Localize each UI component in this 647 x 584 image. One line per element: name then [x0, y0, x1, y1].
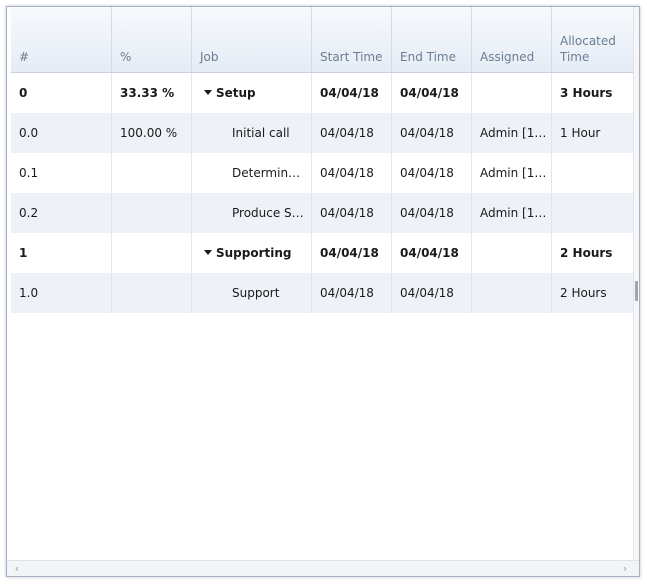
vertical-scroll-thumb[interactable] [635, 281, 638, 301]
row-end-time: 04/04/18 [392, 113, 472, 153]
row-assigned [472, 273, 552, 313]
row-start-time: 04/04/18 [312, 113, 392, 153]
vertical-scrollbar[interactable] [633, 7, 639, 560]
row-percent [112, 233, 192, 273]
grid-header: # % Job Start Time End Time Assigned All… [11, 7, 635, 73]
row-job-label: Supporting [216, 246, 292, 260]
row-start-time: 04/04/18 [312, 153, 392, 193]
row-job: Produce Sol... [192, 193, 312, 233]
row-job-label: Setup [216, 86, 256, 100]
table-row[interactable]: 1.0 Support 04/04/18 04/04/18 2 Hours [11, 273, 635, 313]
row-percent: 100.00 % [112, 113, 192, 153]
task-grid-window: # % Job Start Time End Time Assigned All… [6, 6, 640, 577]
collapse-triangle-icon[interactable] [204, 250, 212, 255]
row-percent: 33.33 % [112, 73, 192, 113]
row-end-time: 04/04/18 [392, 73, 472, 113]
task-grid: # % Job Start Time End Time Assigned All… [11, 7, 635, 313]
row-end-time: 04/04/18 [392, 273, 472, 313]
row-assigned: Admin [10... [472, 193, 552, 233]
column-header-start-time[interactable]: Start Time [312, 7, 392, 72]
row-assigned: Admin [10... [472, 153, 552, 193]
row-allocated-time: 1 Hour [560, 126, 601, 140]
scroll-left-arrow-icon[interactable]: ‹ [9, 561, 25, 576]
row-start-time: 04/04/18 [312, 233, 392, 273]
column-header-assigned[interactable]: Assigned [472, 7, 552, 72]
row-allocated-time: 2 Hours [560, 246, 613, 260]
column-header-end-time[interactable]: End Time [392, 7, 472, 72]
horizontal-scrollbar[interactable]: ‹ › [7, 560, 639, 576]
row-end-time: 04/04/18 [392, 153, 472, 193]
row-end-time: 04/04/18 [392, 233, 472, 273]
column-header-job[interactable]: Job [192, 7, 312, 72]
table-row[interactable]: 0.0 100.00 % Initial call 04/04/18 04/04… [11, 113, 635, 153]
row-percent [112, 153, 192, 193]
row-percent [112, 193, 192, 233]
row-assigned [472, 73, 552, 113]
collapse-triangle-icon[interactable] [204, 90, 212, 95]
row-number: 0.0 [11, 113, 112, 153]
row-job: Supporting [192, 233, 312, 273]
column-header-allocated-time[interactable]: Allocated Time [552, 7, 635, 72]
row-job: Support [192, 273, 312, 313]
row-start-time: 04/04/18 [312, 73, 392, 113]
row-number: 0 [11, 73, 112, 113]
row-allocated-time: 3 Hours [560, 86, 613, 100]
row-number: 1.0 [11, 273, 112, 313]
row-start-time: 04/04/18 [312, 273, 392, 313]
column-header-number[interactable]: # [11, 7, 112, 72]
row-job: Setup [192, 73, 312, 113]
table-row[interactable]: 0.1 Determine ... 04/04/18 04/04/18 Admi… [11, 153, 635, 193]
row-percent [112, 273, 192, 313]
row-start-time: 04/04/18 [312, 193, 392, 233]
row-number: 0.1 [11, 153, 112, 193]
row-assigned: Admin [10... [472, 113, 552, 153]
row-allocated-time [552, 193, 635, 233]
row-end-time: 04/04/18 [392, 193, 472, 233]
row-job: Determine ... [192, 153, 312, 193]
row-allocated-time: 2 Hours [560, 286, 607, 300]
row-job: Initial call [192, 113, 312, 153]
scroll-right-arrow-icon[interactable]: › [617, 561, 633, 576]
table-row-setup[interactable]: 0 33.33 % Setup 04/04/18 04/04/18 3 Hour… [11, 73, 635, 113]
row-number: 1 [11, 233, 112, 273]
row-number: 0.2 [11, 193, 112, 233]
row-assigned [472, 233, 552, 273]
column-header-percent[interactable]: % [112, 7, 192, 72]
row-allocated-time [552, 153, 635, 193]
table-row[interactable]: 0.2 Produce Sol... 04/04/18 04/04/18 Adm… [11, 193, 635, 233]
table-row-supporting[interactable]: 1 Supporting 04/04/18 04/04/18 2 Hours [11, 233, 635, 273]
